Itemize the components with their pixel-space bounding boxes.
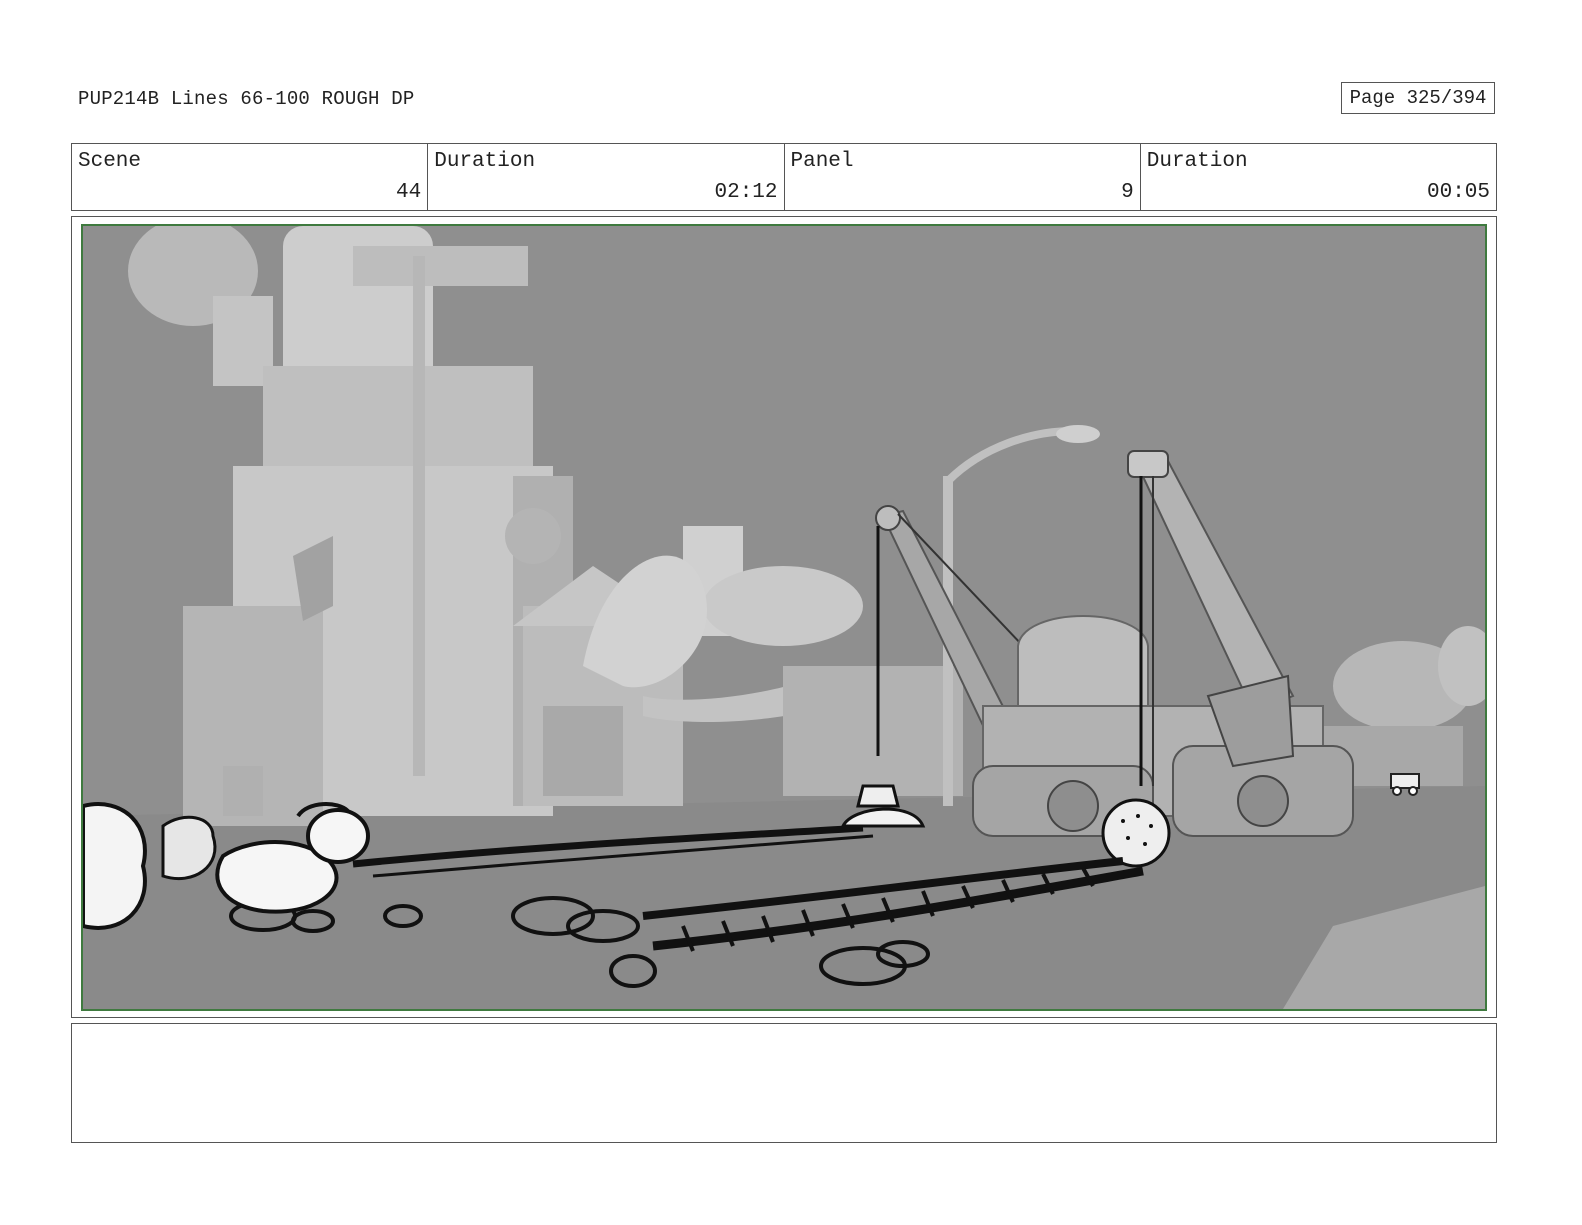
wrecking-ball: [1101, 798, 1171, 868]
panel-duration-value: 00:05: [1426, 181, 1490, 204]
bollard: [223, 766, 263, 816]
panel-info-row: Scene 44 Duration 02:12 Panel 9 Duration…: [71, 143, 1497, 211]
scene-duration-value: 02:12: [714, 181, 778, 204]
page-number-label: Page 325/394: [1349, 87, 1487, 109]
panel-label: Panel: [790, 150, 854, 173]
panel-value: 9: [1121, 181, 1134, 204]
scene-label: Scene: [78, 150, 142, 173]
storyboard-panel-image: [81, 224, 1487, 1011]
storyboard-panel-frame: [71, 216, 1497, 1018]
scene-duration-label: Duration: [434, 150, 536, 173]
page-indicator: Page 325/394: [1341, 82, 1495, 114]
document-title: PUP214B Lines 66-100 ROUGH DP: [78, 88, 415, 110]
panel-duration-label: Duration: [1146, 150, 1248, 173]
scene-cell: Scene 44: [72, 144, 429, 210]
street-lamp-left: [413, 256, 425, 776]
panel-duration-cell: Duration 00:05: [1141, 144, 1496, 210]
scene-value: 44: [396, 181, 422, 204]
panel-cell: Panel 9: [785, 144, 1141, 210]
scene-duration-cell: Duration 02:12: [428, 144, 785, 210]
panel-notes-box: [71, 1023, 1497, 1143]
storyboard-drawing: [83, 226, 1485, 1009]
